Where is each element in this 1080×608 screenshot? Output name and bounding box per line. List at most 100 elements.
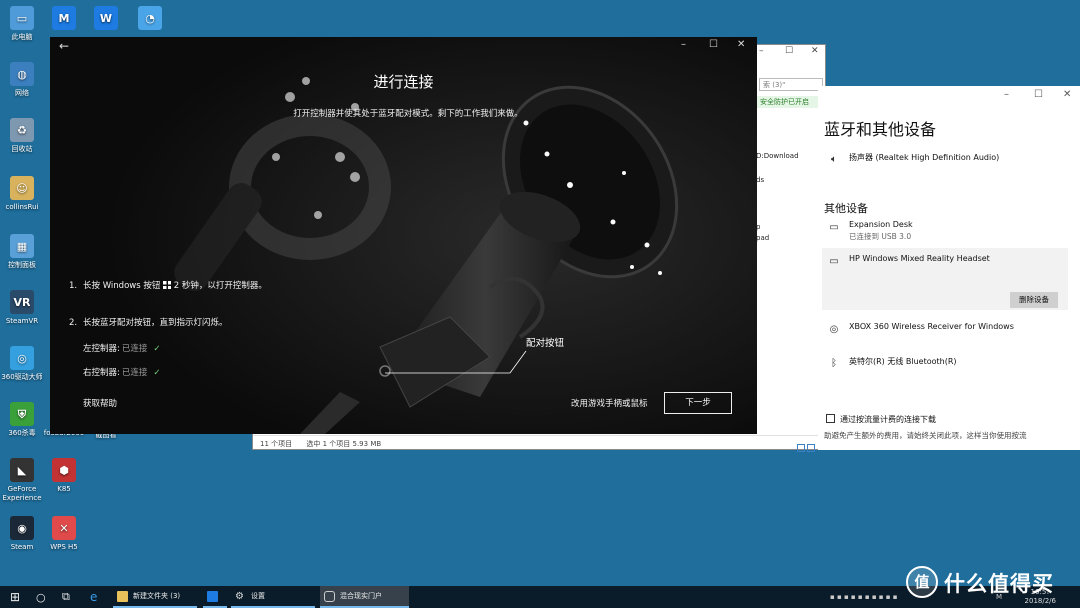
- app-icon: ◣: [10, 458, 34, 482]
- step-1-text: 长按 Windows 按钮 2 秒钟，以打开控制器。: [83, 281, 267, 291]
- search-button[interactable]: ○: [36, 586, 46, 608]
- metered-download-checkbox[interactable]: [826, 414, 835, 423]
- edge-icon[interactable]: e: [90, 586, 97, 608]
- start-button[interactable]: ⊞: [10, 586, 20, 608]
- app-icon: ◔: [138, 6, 162, 30]
- desktop-icon[interactable]: ◔: [128, 6, 172, 33]
- desktop-icon[interactable]: VR SteamVR: [0, 290, 44, 326]
- app-icon: M: [52, 6, 76, 30]
- app-icon: W: [94, 6, 118, 30]
- settings-close-button[interactable]: ✕: [1063, 89, 1071, 100]
- gear-icon: ⚙: [235, 590, 244, 602]
- taskbar-app-explorer[interactable]: 新建文件夹 (3): [113, 586, 197, 608]
- desktop-icon[interactable]: M: [42, 6, 86, 33]
- app-icon: ⬢: [52, 458, 76, 482]
- site-watermark: 值 什么值得买: [906, 566, 1078, 602]
- mr-minimize-button[interactable]: –: [681, 39, 686, 50]
- desktop-icon-label: K85: [57, 485, 71, 493]
- desktop-icon[interactable]: ☺ collinsRui: [0, 176, 44, 212]
- mixed-reality-portal-window[interactable]: ← – ☐ ✕ 进行连接 打开控制器并使其处于蓝牙配对模式。剩下的工作我们来做。…: [50, 37, 757, 434]
- pairing-button-callout: 配对按钮: [526, 338, 565, 349]
- desktop-icon[interactable]: ✕ WPS H5: [42, 516, 86, 552]
- desktop-icon[interactable]: ◉ Steam: [0, 516, 44, 552]
- desktop-icon[interactable]: ▦ 控制面板: [0, 234, 44, 270]
- mr-maximize-button[interactable]: ☐: [709, 39, 718, 50]
- app-icon: ☺: [10, 176, 34, 200]
- explorer-close-button[interactable]: ✕: [811, 46, 819, 56]
- use-gamepad-link[interactable]: 改用游戏手柄或鼠标: [571, 397, 648, 409]
- explorer-minimize-button[interactable]: –: [759, 46, 764, 56]
- bluetooth-icon: ᛒ: [831, 358, 837, 369]
- metered-note: 助避免产生额外的费用，请始终关闭此项，这样当你使用按流: [824, 431, 1027, 440]
- explorer-list-item[interactable]: D:Download: [756, 152, 799, 160]
- right-controller-status: 右控制器: 已连接 ✓: [83, 368, 161, 378]
- desktop-icon[interactable]: ⛨ 360杀毒: [0, 402, 44, 438]
- taskbar-app-maxthon[interactable]: [203, 586, 227, 608]
- desktop-icon[interactable]: ◣ GeForce Experience: [0, 458, 44, 503]
- security-status-badge[interactable]: 安全防护已开启: [757, 96, 825, 108]
- view-toggle[interactable]: [795, 437, 815, 452]
- dialog-subtitle: 打开控制器并使其处于蓝牙配对模式。剩下的工作我们来做。: [293, 109, 523, 119]
- details-view-icon[interactable]: [797, 444, 805, 452]
- step-2-text: 长按蓝牙配对按钮，直到指示灯闪烁。: [83, 318, 228, 328]
- mr-close-button[interactable]: ✕: [737, 39, 745, 50]
- page-title: 蓝牙和其他设备: [824, 120, 937, 139]
- app-icon: ✕: [52, 516, 76, 540]
- app-icon: ◉: [10, 516, 34, 540]
- desktop-icon[interactable]: ◍ 网络: [0, 62, 44, 98]
- settings-window[interactable]: – ☐ ✕ 蓝牙和其他设备 🔈︎ 扬声器 (Realtek High Defin…: [818, 86, 1080, 450]
- desktop-icon[interactable]: W: [84, 6, 128, 33]
- metered-download-label: 通过按流量计费的连接下载: [840, 415, 936, 424]
- settings-title-controls: – ☐ ✕: [1000, 86, 1080, 104]
- other-devices-heading: 其他设备: [824, 202, 868, 215]
- dialog-title: 进行连接: [373, 73, 434, 91]
- selection-info: 选中 1 个项目 5.93 MB: [306, 440, 382, 448]
- explorer-title-controls: – ☐ ✕: [755, 45, 825, 59]
- folder-icon: [117, 590, 128, 602]
- desktop-icon-label: SteamVR: [5, 317, 39, 325]
- watermark-text: 什么值得买: [944, 572, 1054, 596]
- app-icon: ◍: [10, 62, 34, 86]
- check-icon: ✓: [153, 368, 161, 378]
- explorer-search-input[interactable]: 索 (3)": [759, 78, 823, 91]
- desktop-icon-label: collinsRui: [5, 203, 39, 211]
- app-icon: ♻: [10, 118, 34, 142]
- get-help-link[interactable]: 获取帮助: [83, 397, 117, 409]
- headset-icon: [324, 590, 335, 602]
- large-icons-view-icon[interactable]: [807, 444, 815, 452]
- app-icon: ⛨: [10, 402, 34, 426]
- check-icon: ✓: [153, 344, 161, 354]
- desktop-icon-label: 此电脑: [11, 33, 33, 41]
- taskbar-app-settings[interactable]: ⚙ 设置: [231, 586, 315, 608]
- mr-title-controls: – ☐ ✕: [677, 37, 757, 53]
- app-icon: ▭: [10, 6, 34, 30]
- item-count: 11 个项目: [260, 440, 293, 448]
- tray-icons[interactable]: ▪ ▪ ▪ ▪ ▪ ▪ ▪ ▪ ▪ ▪: [830, 593, 897, 601]
- app-icon: VR: [10, 290, 34, 314]
- desktop-icon-label: 控制面板: [8, 261, 36, 269]
- desktop-icon[interactable]: ♻ 回收站: [0, 118, 44, 154]
- explorer-list-item[interactable]: ds: [756, 176, 764, 184]
- settings-minimize-button[interactable]: –: [1004, 89, 1009, 100]
- gamepad-icon: ◎: [829, 324, 839, 335]
- desktop-icon-label: 360杀毒: [8, 429, 36, 437]
- explorer-list-item[interactable]: pad: [756, 234, 769, 242]
- next-button[interactable]: 下一步: [664, 392, 732, 414]
- desktop-icon-label: Steam: [10, 543, 34, 551]
- remove-device-button[interactable]: 删除设备: [1010, 292, 1058, 308]
- windows-logo-icon: [163, 281, 172, 289]
- desktop-icon[interactable]: ◎ 360驱动大师: [0, 346, 44, 382]
- watermark-logo-icon: 值: [906, 566, 938, 598]
- desktop-icon[interactable]: ▭ 此电脑: [0, 6, 44, 42]
- left-controller-status: 左控制器: 已连接 ✓: [83, 344, 161, 354]
- app-icon: ◎: [10, 346, 34, 370]
- task-view-button[interactable]: ⧉: [62, 586, 70, 608]
- desktop-icon[interactable]: ⬢ K85: [42, 458, 86, 494]
- settings-maximize-button[interactable]: ☐: [1034, 89, 1043, 100]
- monitor-icon: ▭: [829, 256, 839, 267]
- desktop-icon-label: GeForce Experience: [2, 485, 42, 502]
- taskbar-app-mixed-reality[interactable]: 混合现实门户: [320, 586, 409, 608]
- explorer-maximize-button[interactable]: ☐: [785, 46, 793, 56]
- desktop-icon-label: 网络: [15, 89, 29, 97]
- back-arrow-icon[interactable]: ←: [59, 39, 69, 53]
